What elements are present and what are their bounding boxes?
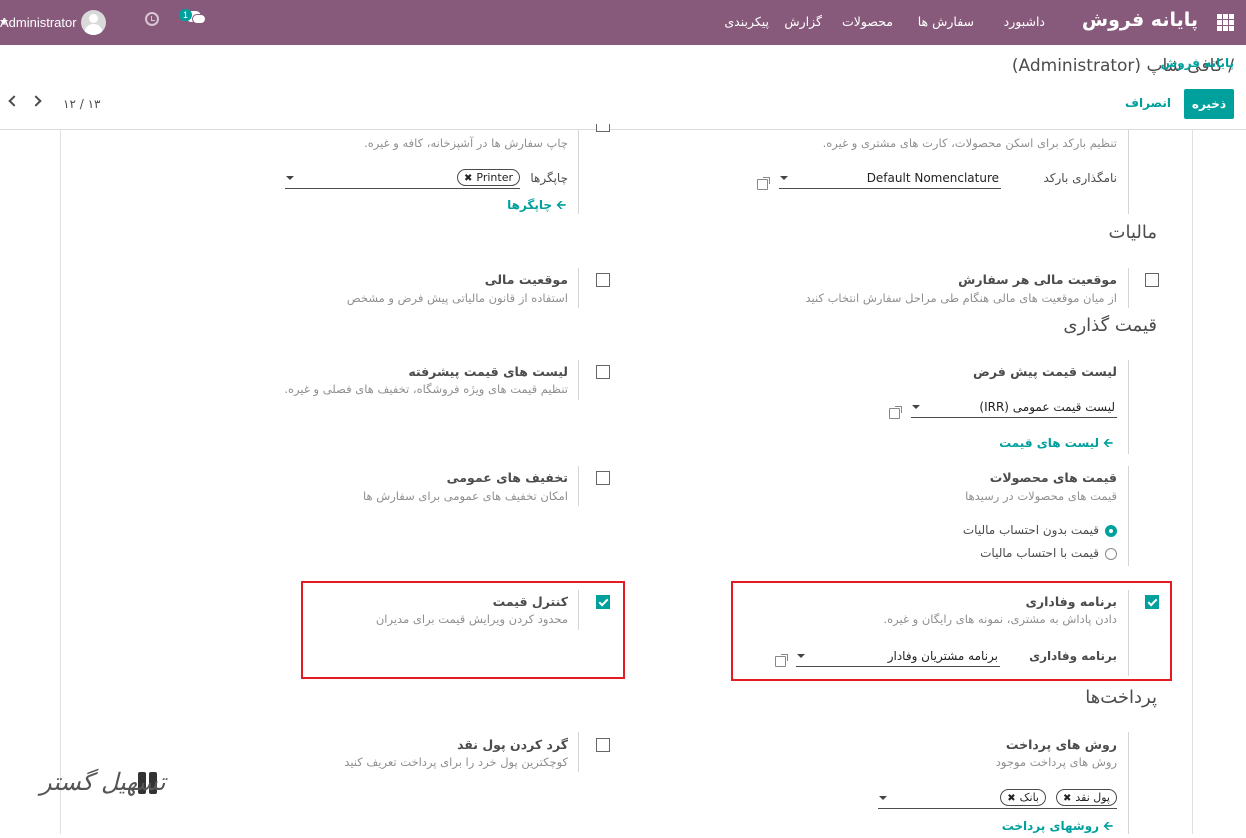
- tax-included-radio[interactable]: [1105, 548, 1117, 560]
- advanced-pricelists-description: تنظیم قیمت های ویژه فروشگاه، تخفیف های ف…: [284, 382, 568, 396]
- user-name: Administrator: [0, 14, 77, 30]
- highlight-box: [731, 581, 1172, 681]
- breadcrumb: پایانه فروش / کافی شاپ (Administrator): [1012, 56, 1234, 76]
- close-icon[interactable]: ✖: [1063, 793, 1071, 804]
- highlight-box: [301, 581, 625, 679]
- printers-field[interactable]: Printer✖: [285, 167, 520, 189]
- tax-excluded-label[interactable]: قیمت بدون احتساب مالیات: [963, 523, 1099, 537]
- divider: [578, 130, 579, 214]
- fiscal-position-description: استفاده از قانون مالیاتی پیش فرض و مشخص: [346, 291, 568, 305]
- tax-excluded-radio[interactable]: [1105, 525, 1117, 537]
- default-pricelist-title: لیست قیمت پیش فرض: [973, 364, 1117, 379]
- chevron-down-icon: [780, 176, 788, 180]
- section-title-payments: پرداخت‌ها: [1085, 687, 1157, 708]
- chevron-down-icon: [286, 176, 294, 180]
- default-pricelist-value: لیست قیمت عمومی (IRR): [979, 400, 1115, 414]
- payment-methods-description: روش های پرداخت موجود: [995, 755, 1117, 769]
- external-link-icon[interactable]: [889, 406, 902, 419]
- cash-rounding-description: کوچکترین پول خرد را برای پرداخت تعریف کن…: [344, 755, 568, 769]
- menu-item-configuration[interactable]: پیکربندی: [724, 14, 769, 29]
- top-navbar: پایانه فروش داشبورد سفارش ها محصولات گزا…: [0, 0, 1246, 45]
- fiscal-per-order-checkbox[interactable]: [1145, 273, 1159, 287]
- breadcrumb-parent[interactable]: پایانه فروش: [1161, 56, 1234, 70]
- payment-methods-field[interactable]: پول نقد✖ بانک✖: [878, 787, 1117, 809]
- advanced-pricelists-title: لیست های قیمت پیشرفته: [408, 364, 568, 379]
- divider: [578, 466, 579, 506]
- advanced-pricelists-checkbox[interactable]: [596, 365, 610, 379]
- pager-value[interactable]: ۱۲ / ۱۳: [63, 97, 100, 111]
- payment-tag-cash[interactable]: پول نقد✖: [1055, 789, 1117, 806]
- payment-methods-link[interactable]: 🡨 روشهای پرداخت: [1002, 817, 1113, 838]
- divider: [578, 360, 579, 400]
- global-discounts-checkbox[interactable]: [596, 471, 610, 485]
- printers-link[interactable]: 🡨 چاپگرها: [507, 196, 566, 217]
- chevron-down-icon: [912, 405, 920, 409]
- barcode-nomenclature-value: Default Nomenclature: [866, 171, 999, 185]
- divider: [1128, 268, 1129, 308]
- kitchen-printer-checkbox[interactable]: [596, 124, 610, 132]
- global-discounts-title: تخفیف های عمومی: [446, 470, 568, 485]
- avatar: [80, 9, 106, 35]
- pager-prev-icon[interactable]: [8, 95, 20, 107]
- divider: [1128, 732, 1129, 834]
- fiscal-position-title: موقعیت مالی: [484, 272, 568, 287]
- payment-tag-bank[interactable]: بانک✖: [1000, 789, 1046, 806]
- messages-badge: 1: [179, 9, 192, 21]
- payment-methods-title: روش های پرداخت: [1005, 737, 1117, 752]
- close-icon[interactable]: ✖: [1007, 793, 1015, 804]
- discard-button[interactable]: انصراف: [1125, 96, 1171, 110]
- save-button[interactable]: ذخیره: [1184, 89, 1234, 119]
- fiscal-per-order-description: از میان موقعیت های مالی هنگام طی مراحل س…: [805, 291, 1118, 305]
- barcode-nomenclature-select[interactable]: Default Nomenclature: [779, 167, 1001, 189]
- global-discounts-description: امکان تخفیف های عمومی برای سفارش ها: [362, 489, 568, 503]
- menu-item-reporting[interactable]: گزارش: [784, 14, 822, 29]
- chevron-down-icon: [0, 20, 8, 24]
- menu-item-orders[interactable]: سفارش ها: [918, 14, 974, 29]
- tax-included-label[interactable]: قیمت با احتساب مالیات: [980, 546, 1099, 560]
- divider: [1128, 130, 1129, 214]
- divider: [1128, 466, 1129, 566]
- product-prices-title: قیمت های محصولات: [989, 470, 1117, 485]
- user-menu[interactable]: Administrator: [0, 8, 106, 36]
- printer-tag[interactable]: Printer✖: [457, 169, 520, 186]
- app-brand[interactable]: پایانه فروش: [1082, 9, 1198, 31]
- cash-rounding-title: گرد کردن پول نقد: [457, 737, 568, 752]
- external-link-icon[interactable]: [757, 177, 770, 190]
- default-pricelist-select[interactable]: لیست قیمت عمومی (IRR): [911, 396, 1117, 418]
- watermark: تسهیل گستر: [40, 768, 166, 796]
- pager-next-icon[interactable]: [30, 95, 42, 107]
- divider: [1128, 360, 1129, 454]
- apps-menu-icon[interactable]: [1217, 14, 1234, 31]
- fiscal-position-checkbox[interactable]: [596, 273, 610, 287]
- menu-item-products[interactable]: محصولات: [842, 14, 893, 29]
- product-prices-description: قیمت های محصولات در رسیدها: [965, 489, 1117, 503]
- printer-description: چاپ سفارش ها در آشپزخانه، کافه و غیره.: [364, 136, 568, 150]
- cash-rounding-checkbox[interactable]: [596, 738, 610, 752]
- section-title-pricing: قیمت گذاری: [1063, 315, 1157, 336]
- section-title-taxes: مالیات: [1108, 222, 1157, 243]
- close-icon[interactable]: ✖: [464, 173, 472, 184]
- barcode-description: تنظیم بارکد برای اسکن محصولات، کارت های …: [822, 136, 1117, 150]
- chevron-down-icon: [879, 796, 887, 800]
- barcode-nomenclature-label: نامگذاری بارکد: [1043, 171, 1118, 185]
- menu-item-dashboard[interactable]: داشبورد: [1004, 14, 1045, 29]
- divider: [578, 268, 579, 308]
- printers-label: چاپگرها: [530, 171, 568, 185]
- fiscal-per-order-title: موقعیت مالی هر سفارش: [958, 272, 1117, 287]
- divider: [578, 732, 579, 772]
- activity-clock-icon[interactable]: [145, 12, 159, 26]
- pricelists-link[interactable]: 🡨 لیست های قیمت: [999, 434, 1113, 455]
